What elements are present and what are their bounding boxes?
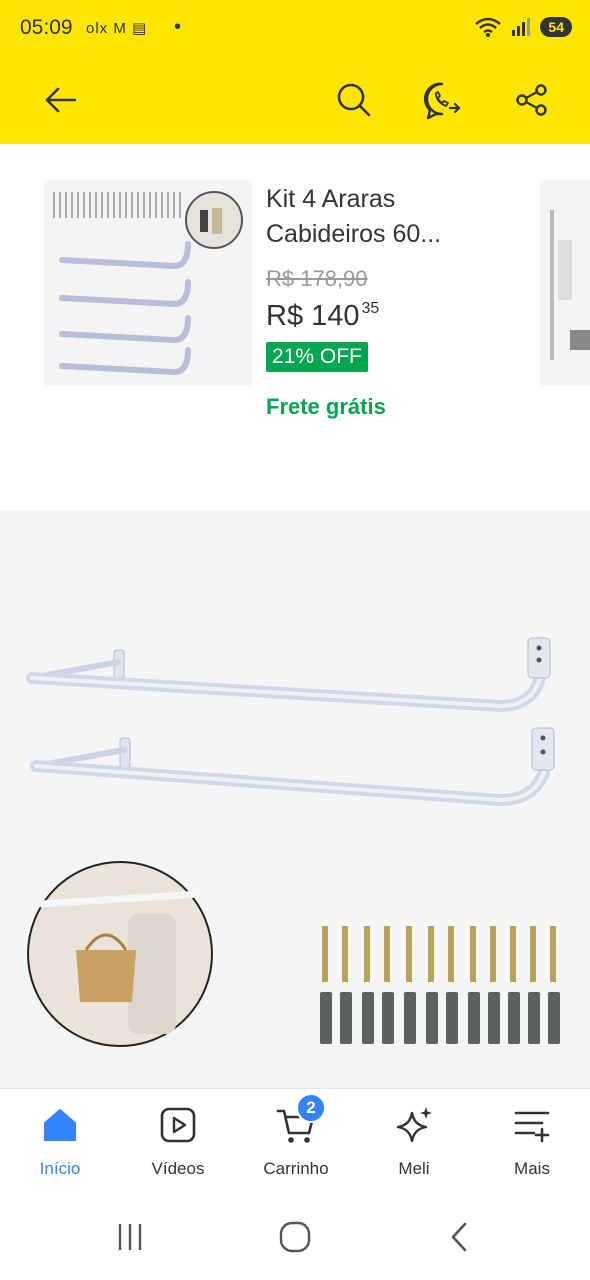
nav-label-carrinho: Carrinho — [263, 1159, 329, 1178]
product-main-image — [26, 637, 560, 1047]
home-icon — [38, 1103, 82, 1147]
price-main: R$ 140 — [266, 300, 360, 332]
nav-label-meli: Meli — [398, 1159, 430, 1178]
nav-inicio[interactable]: Início — [10, 1103, 110, 1183]
next-recommendation-card[interactable] — [540, 180, 590, 386]
free-shipping-label: Frete grátis — [266, 394, 386, 419]
whatsapp-share-button[interactable] — [414, 72, 470, 128]
top-header: 05:09 olx M ▤ • 54 — [0, 0, 590, 144]
back-button[interactable] — [32, 72, 88, 128]
search-button[interactable] — [326, 72, 382, 128]
play-icon — [156, 1103, 200, 1147]
recommendation-card[interactable]: Kit 4 Araras Cabideiros 60... R$ 178,90 … — [44, 180, 514, 440]
back-chevron-icon — [451, 1222, 467, 1252]
nav-label-videos: Vídeos — [151, 1159, 205, 1178]
rack-2 — [30, 727, 555, 807]
rack-1 — [26, 637, 551, 713]
nav-carrinho[interactable]: 2 Carrinho — [246, 1093, 346, 1183]
nav-mais[interactable]: Mais — [482, 1103, 582, 1183]
notification-dot: • — [174, 16, 182, 38]
nav-label-inicio: Início — [39, 1159, 81, 1178]
rack-kit-illustration — [53, 191, 243, 376]
share-icon — [516, 84, 547, 116]
notification-icons: olx M ▤ — [86, 20, 148, 37]
cart-icon: 2 — [274, 1093, 326, 1147]
arrow-left-icon — [45, 87, 77, 113]
product-thumbnail — [44, 180, 252, 386]
status-time: 05:09 — [20, 16, 73, 39]
screws-and-plugs — [320, 926, 560, 1044]
nav-meli[interactable]: Meli — [364, 1103, 464, 1183]
product-image-gallery[interactable] — [0, 510, 590, 1088]
share-button[interactable] — [504, 72, 560, 128]
home-system-button[interactable] — [265, 1214, 325, 1260]
recents-button[interactable] — [100, 1214, 160, 1260]
old-price: R$ 178,90 — [266, 266, 368, 291]
next-card-thumbnail — [550, 210, 590, 360]
nav-videos[interactable]: Vídeos — [128, 1103, 228, 1183]
battery-indicator: 54 — [540, 17, 572, 37]
price-cents: 35 — [361, 300, 380, 317]
back-system-button[interactable] — [430, 1214, 490, 1260]
wifi-icon — [475, 17, 502, 37]
whatsapp-share-icon — [423, 82, 461, 120]
recents-icon — [118, 1224, 142, 1250]
current-price: R$ 140 35 — [266, 300, 379, 333]
cart-badge: 2 — [296, 1093, 326, 1123]
app-bar — [0, 60, 590, 140]
system-navigation-bar — [0, 1192, 590, 1280]
product-title: Kit 4 Araras Cabideiros 60... — [266, 185, 442, 248]
home-circle-icon — [279, 1221, 311, 1253]
signal-icon — [512, 18, 531, 36]
bottom-navigation: Início Vídeos 2 Carrinho Meli Mais — [0, 1088, 590, 1192]
status-bar: 05:09 olx M ▤ • 54 — [0, 0, 590, 56]
discount-badge: 21% OFF — [266, 342, 368, 372]
menu-plus-icon — [510, 1103, 554, 1147]
search-icon — [337, 83, 371, 117]
nav-label-mais: Mais — [514, 1159, 550, 1178]
sparkle-icon — [392, 1103, 436, 1147]
usage-inset — [27, 861, 213, 1047]
status-right: 54 — [474, 16, 572, 38]
